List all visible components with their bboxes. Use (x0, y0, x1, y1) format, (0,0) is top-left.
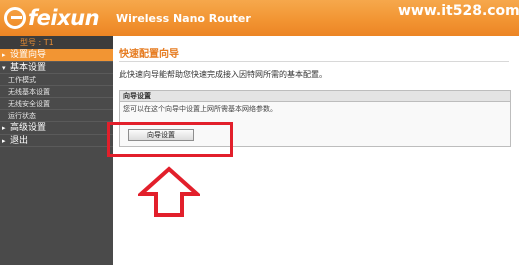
site-watermark: www.it528.com (398, 3, 519, 19)
sidebar-subitem-work-mode[interactable]: 工作模式 (0, 74, 113, 86)
logo-text: feixun (28, 6, 100, 30)
sidebar-subitem-wireless-security[interactable]: 无线安全设置 (0, 98, 113, 110)
product-name: Wireless Nano Router (116, 12, 251, 25)
sidebar-subitem-wireless-basic[interactable]: 无线基本设置 (0, 86, 113, 98)
sidebar-item-label: 高级设置 (10, 123, 47, 133)
sidebar: 型号 : T1 ▸ 设置向导 ▾ 基本设置 工作模式 无线基本设置 无线安全设置… (0, 36, 113, 265)
sidebar-item-label: 退出 (10, 135, 29, 146)
box-description: 您可以在这个向导中设置上网所需基本网络参数。 (123, 105, 277, 113)
chevron-right-icon: ▸ (2, 124, 6, 132)
sidebar-item-basic-settings[interactable]: ▾ 基本设置 (0, 62, 113, 74)
sidebar-item-label: 设置向导 (10, 50, 47, 60)
chevron-right-icon: ▸ (2, 136, 6, 145)
title-divider (119, 61, 509, 62)
page-title: 快速配置向导 (119, 49, 179, 60)
sidebar-subitem-run-status[interactable]: 运行状态 (0, 110, 113, 122)
sidebar-item-logout[interactable]: ▸ 退出 (0, 135, 113, 147)
page-subtitle: 此快速向导能帮助您快速完成接入因特网所需的基本配置。 (119, 70, 327, 79)
logo: feixun (4, 6, 100, 30)
chevron-down-icon: ▾ (2, 63, 6, 72)
logo-mark-icon (4, 7, 26, 29)
sidebar-item-label: 基本设置 (10, 62, 47, 73)
chevron-right-icon: ▸ (2, 51, 6, 59)
header-bar: feixun Wireless Nano Router www.it528.co… (0, 0, 519, 36)
up-arrow-icon (138, 166, 200, 217)
sidebar-item-setup-wizard[interactable]: ▸ 设置向导 (0, 49, 113, 62)
sidebar-item-advanced-settings[interactable]: ▸ 高级设置 (0, 122, 113, 135)
highlight-box (107, 122, 233, 157)
box-title: 向导设置 (120, 91, 510, 102)
model-label: 型号 : T1 (0, 36, 113, 49)
